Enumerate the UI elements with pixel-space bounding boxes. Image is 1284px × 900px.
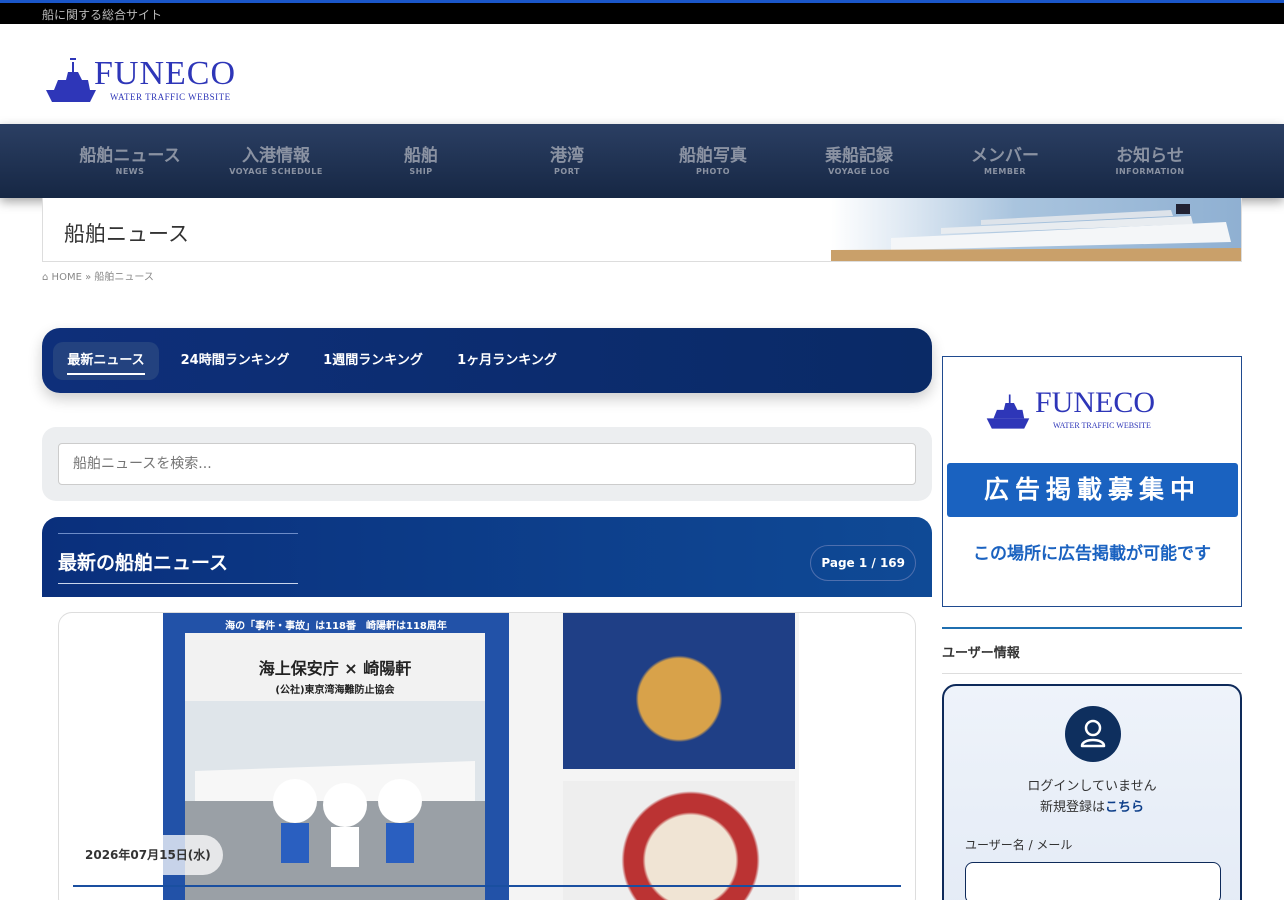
ad-note: この場所に広告掲載が可能です	[973, 544, 1211, 564]
nav-label-en: MEMBER	[983, 167, 1027, 176]
username-label: ユーザー名 / メール	[965, 838, 1073, 852]
nav-label-jp: 港湾	[550, 146, 584, 166]
user-icon	[1080, 719, 1106, 748]
news-search-input[interactable]	[58, 443, 916, 485]
tab-latest-news[interactable]: 最新ニュース	[53, 342, 159, 380]
breadcrumb-home[interactable]: HOME	[52, 272, 82, 283]
site-tagline: 船に関する総合サイト	[42, 8, 163, 22]
nav-label-jp: 船舶写真	[679, 146, 747, 166]
ad-logo: FUNECO WATER TRAFFIC WEBSITE	[985, 383, 1195, 439]
shumai-photo	[563, 613, 795, 769]
nav-item-information[interactable]: お知らせ INFORMATION	[1077, 146, 1223, 176]
nav-label-en: PHOTO	[695, 167, 731, 176]
page-title: 船舶ニュース	[64, 222, 189, 246]
card-divider	[73, 885, 901, 887]
nav-item-ship[interactable]: 船舶 SHIP	[348, 146, 494, 176]
poster-body: 海上保安庁 × 崎陽軒 (公社)東京湾海難防止協会	[185, 633, 485, 900]
nav-label-en: INFORMATION	[1115, 167, 1185, 176]
news-card[interactable]: 海の「事件・事故」は118番 崎陽軒は118周年 海上保安庁 × 崎陽軒 (公社…	[58, 612, 916, 900]
ad-logo-wordmark: FUNECO	[1035, 386, 1156, 419]
nav-item-port[interactable]: 港湾 PORT	[494, 146, 640, 176]
site-header: FUNECO WATER TRAFFIC WEBSITE	[0, 24, 1284, 124]
user-avatar	[1065, 706, 1121, 762]
username-input[interactable]	[965, 862, 1221, 900]
breadcrumb-current: 船舶ニュース	[94, 272, 154, 283]
nav-label-jp: 船舶ニュース	[79, 146, 181, 166]
ad-logo-subtitle: WATER TRAFFIC WEBSITE	[1053, 421, 1151, 430]
ship-logo-icon	[986, 394, 1030, 429]
tab-1week-ranking[interactable]: 1週間ランキング	[312, 342, 434, 380]
poster-illustration	[185, 701, 485, 900]
nav-label-jp: 入港情報	[242, 146, 310, 166]
user-info-title: ユーザー情報	[942, 627, 1242, 674]
nav-label-en: SHIP	[409, 167, 433, 176]
nav-label-en: NEWS	[115, 167, 145, 176]
search-container	[42, 427, 932, 501]
poster-title: 海上保安庁 × 崎陽軒	[258, 659, 412, 678]
nav-item-member[interactable]: メンバー MEMBER	[932, 146, 1078, 176]
nav-item-voyage-log[interactable]: 乗船記録 VOYAGE LOG	[786, 146, 932, 176]
ad-banner: 広告掲載募集中	[947, 463, 1238, 517]
curry-photo	[563, 781, 795, 900]
news-panel-header: 最新の船舶ニュース Page 1 / 169	[42, 517, 932, 597]
breadcrumb-separator: »	[85, 272, 92, 283]
nav-label-jp: 船舶	[404, 146, 438, 166]
nav-label-jp: 乗船記録	[825, 146, 893, 166]
nav-item-photo[interactable]: 船舶写真 PHOTO	[640, 146, 786, 176]
news-panel: 最新の船舶ニュース Page 1 / 169 海の「事件・事故」は118番 崎陽…	[42, 517, 932, 900]
logo-subtitle: WATER TRAFFIC WEBSITE	[110, 92, 231, 102]
nav-item-voyage-schedule[interactable]: 入港情報 VOYAGE SCHEDULE	[203, 146, 349, 176]
poster-top-text: 海の「事件・事故」は118番 崎陽軒は118周年	[225, 621, 447, 632]
logo-wordmark: FUNECO	[94, 55, 237, 92]
sidebar-ad[interactable]: FUNECO WATER TRAFFIC WEBSITE 広告掲載募集中 この場…	[942, 356, 1242, 607]
ship-logo-icon	[46, 58, 96, 102]
site-logo[interactable]: FUNECO WATER TRAFFIC WEBSITE	[44, 54, 244, 106]
nav-label-en: PORT	[554, 167, 580, 176]
top-bar: 船に関する総合サイト	[0, 0, 1284, 24]
page-indicator: Page 1 / 169	[810, 545, 916, 581]
news-card-image: 海の「事件・事故」は118番 崎陽軒は118周年 海上保安庁 × 崎陽軒 (公社…	[163, 613, 799, 900]
nav-label-jp: メンバー	[971, 146, 1039, 166]
nav-label-en: VOYAGE LOG	[828, 167, 890, 176]
login-box: ログインしていません 新規登録はこちら ユーザー名 / メール	[942, 684, 1242, 900]
news-heading: 最新の船舶ニュース	[58, 533, 298, 584]
news-date-badge: 2026年07月15日(水)	[73, 835, 223, 875]
news-tabs: 最新ニュース 24時間ランキング 1週間ランキング 1ヶ月ランキング	[42, 328, 932, 393]
page-header: 船舶ニュース	[42, 198, 1242, 262]
nav-label-jp: お知らせ	[1116, 146, 1184, 166]
nav-item-news[interactable]: 船舶ニュース NEWS	[57, 146, 203, 176]
register-prefix: 新規登録は	[1039, 800, 1105, 815]
ship-illustration	[831, 204, 1241, 261]
register-line: 新規登録はこちら	[944, 797, 1240, 818]
tab-1month-ranking[interactable]: 1ヶ月ランキング	[446, 342, 568, 380]
main-nav: 船舶ニュース NEWS 入港情報 VOYAGE SCHEDULE 船舶 SHIP…	[0, 124, 1284, 198]
login-message: ログインしていません 新規登録はこちら	[944, 776, 1240, 818]
register-link[interactable]: こちら	[1105, 800, 1144, 815]
cruise-ship-image	[831, 198, 1241, 261]
poster-subtitle: (公社)東京湾海難防止協会	[275, 685, 395, 696]
tab-24h-ranking[interactable]: 24時間ランキング	[170, 342, 300, 380]
login-status: ログインしていません	[1027, 779, 1157, 794]
nav-label-en: VOYAGE SCHEDULE	[229, 167, 323, 176]
home-icon: ⌂	[42, 272, 49, 283]
breadcrumb: ⌂ HOME » 船舶ニュース	[42, 268, 154, 283]
